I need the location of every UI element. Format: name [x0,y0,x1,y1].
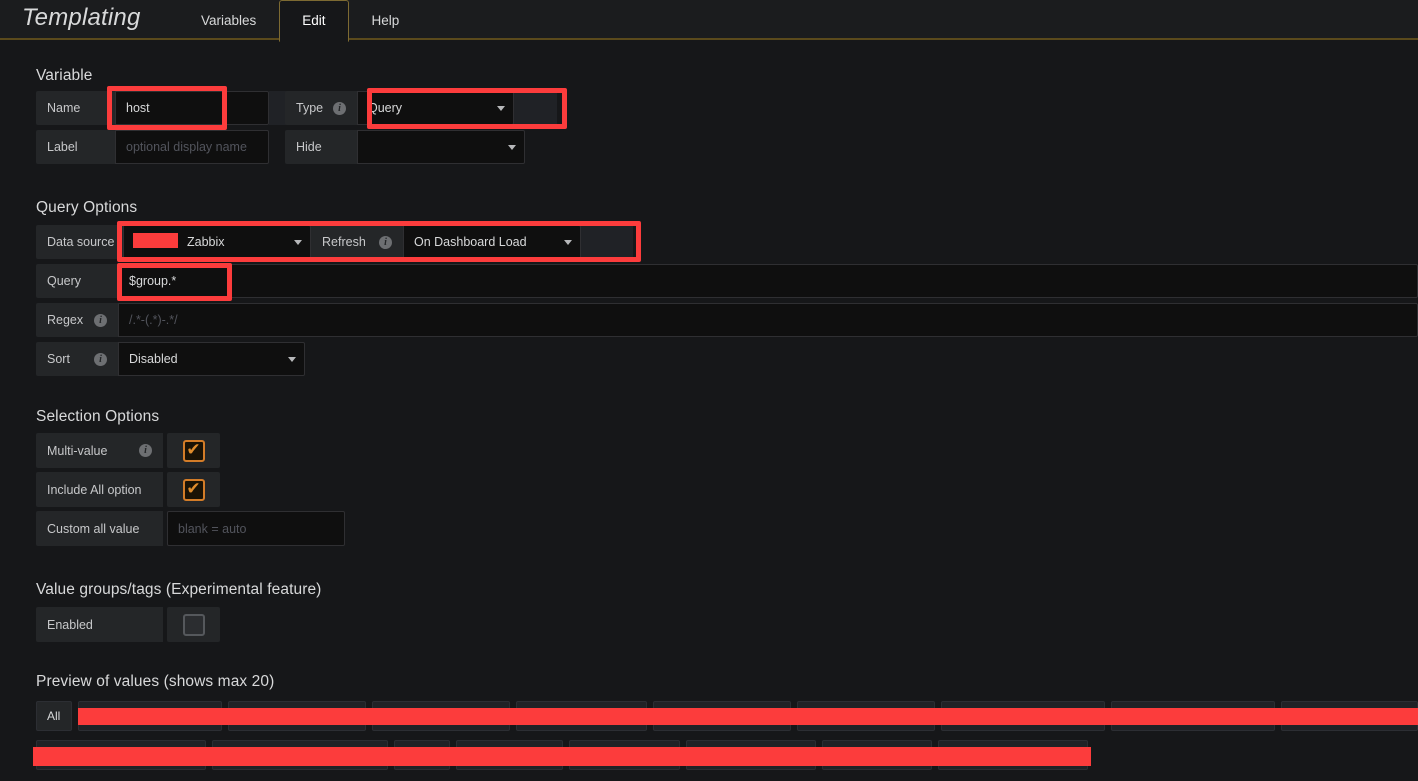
regex-input[interactable]: /.*-(.*)-.*/ [118,303,1418,337]
query-row: Query $group.* [36,264,1418,298]
enabled-label: Enabled [36,607,163,642]
selection-options-title: Selection Options [36,408,160,425]
tab-variables[interactable]: Variables [178,0,279,40]
variable-label-row: Label optional display name [36,130,269,164]
tab-edit[interactable]: Edit [279,0,349,42]
refresh-row-spacer [581,225,633,259]
include-all-checkbox-cell[interactable]: ✔ [167,472,220,507]
refresh-label: Refresh i [311,225,403,259]
sort-select[interactable]: Disabled [118,342,305,376]
tab-edit-label: Edit [302,12,326,28]
data-source-label: Data source [36,225,123,259]
chevron-down-icon [497,105,505,111]
tab-help-label: Help [371,13,400,28]
chevron-down-icon [294,239,302,245]
include-all-label: Include All option [36,472,163,507]
enabled-checkbox[interactable] [182,613,205,636]
multi-value-checkbox[interactable]: ✔ [182,439,205,462]
redaction-preview-row2 [33,747,1091,766]
custom-all-input[interactable]: blank = auto [167,511,345,546]
multi-value-label: Multi-value i [36,433,163,468]
type-label-text: Type [296,101,324,115]
include-all-checkbox[interactable]: ✔ [182,478,205,501]
sort-row: Sort i Disabled [36,342,305,376]
info-icon[interactable]: i [94,313,107,327]
variable-name-input[interactable]: host [115,91,269,125]
label-label: Label [36,130,115,164]
variable-type-select[interactable]: Query [357,91,514,125]
enabled-checkbox-cell[interactable] [167,607,220,642]
top-header: Templating Variables Edit Help [0,0,1418,42]
page-title: Templating [22,4,141,31]
multi-value-row: Multi-value i ✔ [36,433,220,468]
variable-section-title: Variable [36,67,93,84]
chevron-down-icon [564,239,572,245]
refresh-value: On Dashboard Load [414,235,527,249]
custom-all-label: Custom all value [36,511,163,546]
info-icon[interactable]: i [94,352,107,366]
value-groups-enabled-row: Enabled [36,607,220,642]
refresh-label-text: Refresh [322,235,366,249]
sort-value: Disabled [129,352,178,366]
multi-value-checkbox-cell[interactable]: ✔ [167,433,220,468]
chevron-down-icon [508,144,516,150]
variable-hide-select[interactable] [357,130,525,164]
variable-name-row: Name host [36,91,317,125]
sort-label: Sort i [36,342,118,376]
multi-value-label-text: Multi-value [47,443,108,458]
query-input[interactable]: $group.* [118,264,1418,298]
chevron-down-icon [288,356,296,362]
variable-type-value: Query [368,101,403,115]
include-all-row: Include All option ✔ [36,472,220,507]
query-label: Query [36,264,118,298]
type-label: Type i [285,91,357,125]
tab-bar: Variables Edit Help [178,0,423,42]
type-row-spacer [514,91,557,125]
hide-label: Hide [285,130,357,164]
preview-title: Preview of values (shows max 20) [36,673,275,690]
query-options-title: Query Options [36,199,138,216]
redaction-preview-row1 [78,708,1418,725]
info-icon[interactable]: i [139,444,152,457]
tab-help[interactable]: Help [349,0,423,40]
tab-variables-label: Variables [201,13,257,28]
info-icon[interactable]: i [333,101,346,115]
sort-label-text: Sort [47,352,70,366]
regex-label: Regex i [36,303,118,337]
variable-label-input[interactable]: optional display name [115,130,269,164]
refresh-row: Refresh i On Dashboard Load [311,225,633,259]
redaction-datasource-prefix [133,233,178,248]
regex-label-text: Regex [47,313,84,327]
variable-type-row: Type i Query [285,91,557,125]
refresh-select[interactable]: On Dashboard Load [403,225,581,259]
custom-all-row: Custom all value blank = auto [36,511,345,546]
name-label: Name [36,91,115,125]
info-icon[interactable]: i [379,235,392,249]
variable-hide-row: Hide [285,130,525,164]
regex-row: Regex i /.*-(.*)-.*/ [36,303,1418,337]
value-groups-title: Value groups/tags (Experimental feature) [36,581,322,598]
preview-all-chip[interactable]: All [36,701,72,731]
